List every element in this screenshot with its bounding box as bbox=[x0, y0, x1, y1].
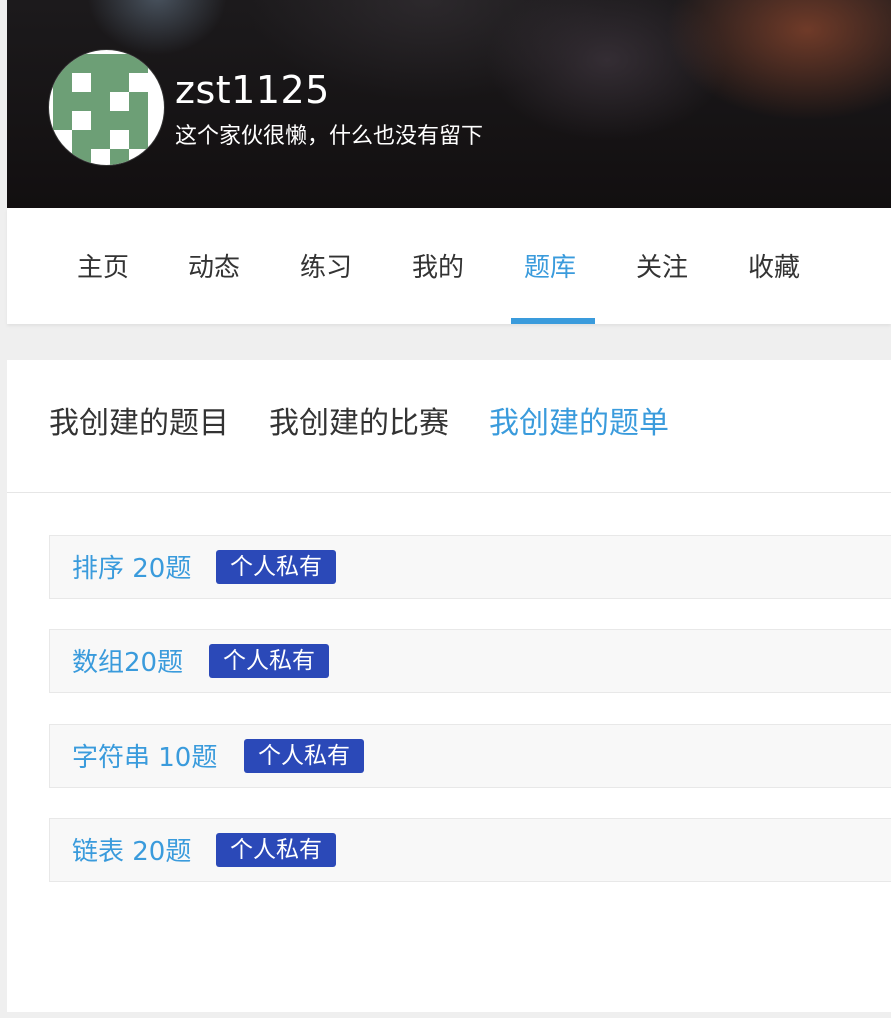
subtab-bar: 我创建的题目 我创建的比赛 我创建的题单 bbox=[7, 360, 891, 493]
nav-tab-favorites[interactable]: 收藏 bbox=[748, 208, 800, 324]
problem-list-title[interactable]: 排序 20题 bbox=[72, 536, 191, 602]
nav-tab-mine[interactable]: 我的 bbox=[412, 208, 464, 324]
subtab-my-problems[interactable]: 我创建的题目 bbox=[49, 404, 229, 444]
problem-list-item[interactable]: 链表 20题 个人私有 bbox=[49, 818, 891, 882]
profile-nav: 主页 动态 练习 我的 题库 关注 收藏 bbox=[7, 208, 891, 324]
private-badge: 个人私有 bbox=[244, 739, 364, 773]
private-badge: 个人私有 bbox=[209, 644, 329, 678]
nav-tab-home[interactable]: 主页 bbox=[77, 208, 129, 324]
problem-list-title[interactable]: 数组20题 bbox=[72, 630, 183, 696]
nav-tab-activity[interactable]: 动态 bbox=[188, 208, 240, 324]
nav-tab-following[interactable]: 关注 bbox=[636, 208, 688, 324]
username: zst1125 bbox=[175, 68, 330, 112]
private-badge: 个人私有 bbox=[216, 550, 336, 584]
problem-list-item[interactable]: 排序 20题 个人私有 bbox=[49, 535, 891, 599]
user-bio: 这个家伙很懒，什么也没有留下 bbox=[175, 124, 484, 149]
active-tab-indicator bbox=[511, 318, 595, 324]
problem-list-title[interactable]: 字符串 10题 bbox=[72, 725, 217, 791]
problem-list-item[interactable]: 数组20题 个人私有 bbox=[49, 629, 891, 693]
problem-list-item[interactable]: 字符串 10题 个人私有 bbox=[49, 724, 891, 788]
avatar[interactable] bbox=[49, 50, 164, 165]
content-card: 我创建的题目 我创建的比赛 我创建的题单 排序 20题 个人私有 数组20题 个… bbox=[7, 360, 891, 1012]
private-badge: 个人私有 bbox=[216, 833, 336, 867]
nav-tab-problem-bank[interactable]: 题库 bbox=[524, 208, 576, 324]
problem-list-title[interactable]: 链表 20题 bbox=[72, 819, 191, 885]
subtab-my-problem-lists[interactable]: 我创建的题单 bbox=[489, 404, 669, 444]
nav-tab-practice[interactable]: 练习 bbox=[300, 208, 352, 324]
subtab-my-contests[interactable]: 我创建的比赛 bbox=[269, 404, 449, 444]
